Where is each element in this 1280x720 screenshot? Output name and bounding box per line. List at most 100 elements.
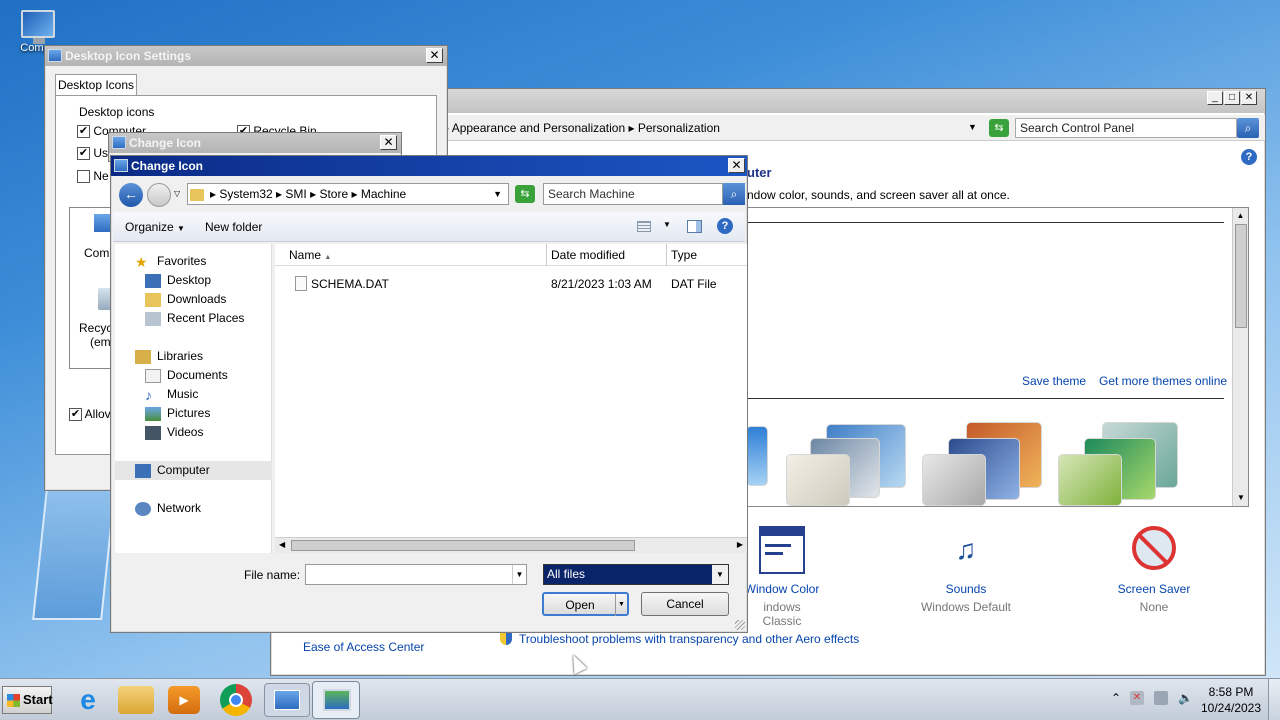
checkbox-icon[interactable]: ✔ — [69, 408, 82, 422]
refresh-icon[interactable]: ⇆ — [989, 119, 1009, 137]
nav-music[interactable]: ♪ Music — [145, 385, 198, 404]
checkbox-icon[interactable]: ✔ — [77, 147, 90, 161]
ease-of-access-link[interactable]: Ease of Access Center — [303, 640, 424, 654]
horizontal-scrollbar[interactable]: ◀ ▶ — [275, 537, 747, 553]
column-type[interactable]: Type — [667, 244, 747, 266]
nav-pictures[interactable]: Pictures — [145, 404, 210, 423]
minimize-icon[interactable]: _ — [1207, 91, 1223, 105]
sounds-link[interactable]: Sounds — [916, 582, 1016, 596]
organize-button[interactable]: Organize ▼ — [125, 220, 185, 234]
file-name-field[interactable]: ▼ — [305, 564, 527, 585]
breadcrumb-item[interactable]: Appearance and Personalization — [452, 121, 625, 135]
get-more-themes-link[interactable]: Get more themes online — [1099, 374, 1227, 388]
screen-saver-item[interactable]: Screen Saver None — [1108, 526, 1200, 616]
media-player-icon[interactable]: ▶ — [168, 686, 200, 714]
theme-thumbnail[interactable] — [746, 416, 770, 508]
file-explorer-icon[interactable] — [118, 686, 154, 714]
file-date: 8/21/2023 1:03 AM — [551, 277, 652, 291]
refresh-icon[interactable]: ⇆ — [515, 185, 535, 203]
screen-saver-link[interactable]: Screen Saver — [1108, 582, 1200, 596]
nav-recent-places[interactable]: Recent Places — [145, 309, 244, 328]
troubleshoot-link[interactable]: Troubleshoot problems with transparency … — [519, 632, 859, 646]
resize-grip-icon[interactable] — [735, 620, 745, 630]
scroll-up-icon[interactable]: ▲ — [1233, 208, 1248, 224]
file-type-dropdown-icon[interactable]: ▼ — [712, 565, 728, 584]
tab-desktop-icons[interactable]: Desktop Icons — [55, 74, 137, 96]
file-name-dropdown-icon[interactable]: ▼ — [512, 565, 526, 584]
nav-downloads[interactable]: Downloads — [145, 290, 226, 309]
checkbox-network[interactable]: Ne — [77, 169, 109, 184]
address-path[interactable]: ▸ Appearance and Personalization ▸ Perso… — [443, 119, 983, 137]
checkbox-allow-themes[interactable]: ✔ Allov — [69, 407, 111, 422]
save-theme-link[interactable]: Save theme — [1022, 374, 1086, 388]
nav-computer[interactable]: Computer — [115, 461, 272, 480]
views-dropdown-icon[interactable]: ▼ — [663, 220, 671, 229]
preview-pane-icon[interactable] — [687, 220, 702, 233]
theme-thumbnail[interactable] — [786, 416, 916, 508]
theme-scrollbar[interactable]: ▲ ▼ — [1232, 208, 1248, 506]
new-folder-button[interactable]: New folder — [205, 220, 262, 234]
address-bar[interactable]: ▸ System32 ▸ SMI ▸ Store ▸ Machine ▼ — [187, 183, 509, 205]
forward-button[interactable] — [147, 183, 171, 207]
cancel-button[interactable]: Cancel — [641, 592, 729, 616]
search-input[interactable]: Search Machine — [543, 183, 723, 205]
nav-label: Music — [167, 387, 199, 401]
nav-libraries[interactable]: Libraries — [135, 347, 203, 366]
start-button[interactable]: Start — [2, 686, 53, 714]
back-button[interactable]: ← — [119, 183, 143, 207]
open-dropdown-icon[interactable]: ▼ — [615, 594, 627, 616]
close-icon[interactable]: ✕ — [426, 48, 443, 63]
desktop-settings-taskbar-icon[interactable] — [312, 681, 360, 719]
theme-thumbnail[interactable] — [922, 416, 1052, 508]
nav-documents[interactable]: Documents — [145, 366, 228, 385]
scroll-down-icon[interactable]: ▼ — [1233, 490, 1249, 506]
nav-network[interactable]: Network — [135, 499, 201, 518]
internet-explorer-icon[interactable]: e — [68, 684, 108, 718]
column-name[interactable]: Name ▲ — [275, 244, 547, 266]
close-icon[interactable]: ✕ — [1241, 91, 1257, 105]
sounds-item[interactable]: ♫ Sounds Windows Default — [916, 526, 1016, 616]
nav-favorites[interactable]: ★ Favorites — [135, 252, 206, 271]
table-row[interactable]: SCHEMA.DAT 8/21/2023 1:03 AM DAT File — [275, 274, 747, 294]
path-segment[interactable]: System32 — [219, 187, 272, 201]
search-input[interactable]: Search Control Panel — [1015, 118, 1237, 138]
checkbox-icon[interactable]: ✔ — [77, 125, 90, 139]
nav-desktop[interactable]: Desktop — [145, 271, 211, 290]
show-hidden-icons[interactable]: ⌃ — [1111, 691, 1121, 705]
open-button[interactable]: Open ▼ — [542, 592, 629, 616]
path-segment[interactable]: Store — [319, 187, 348, 201]
column-date-modified[interactable]: Date modified — [547, 244, 667, 266]
scroll-left-icon[interactable]: ◀ — [279, 540, 285, 549]
show-desktop-button[interactable] — [1268, 679, 1280, 720]
checkbox-user[interactable]: ✔ Us — [77, 146, 108, 161]
search-icon[interactable]: ⌕ — [1237, 118, 1259, 138]
maximize-icon[interactable]: □ — [1224, 91, 1240, 105]
path-segment[interactable]: Machine — [361, 187, 406, 201]
history-dropdown-icon[interactable]: ▽ — [174, 189, 180, 198]
chrome-icon[interactable] — [220, 684, 252, 716]
address-dropdown-icon[interactable]: ▼ — [968, 119, 980, 135]
checkbox-icon[interactable] — [77, 170, 90, 184]
nav-videos[interactable]: Videos — [145, 423, 203, 442]
help-icon[interactable]: ? — [1241, 149, 1257, 165]
volume-icon[interactable]: 🔈 — [1178, 691, 1193, 705]
theme-thumbnail[interactable] — [1058, 416, 1188, 508]
search-icon[interactable]: ⌕ — [723, 183, 745, 205]
clock[interactable]: 8:58 PM 10/24/2023 — [1198, 684, 1264, 716]
scroll-thumb[interactable] — [291, 540, 635, 551]
close-icon[interactable]: ✕ — [728, 158, 745, 173]
scroll-thumb[interactable] — [1235, 224, 1247, 328]
window-color-item[interactable]: Window Color indows Classic — [744, 526, 820, 628]
address-dropdown-icon[interactable]: ▼ — [493, 184, 502, 204]
control-panel-taskbar-icon[interactable] — [264, 683, 310, 717]
close-icon[interactable]: ✕ — [380, 135, 397, 150]
file-type-select[interactable]: All files ▼ — [543, 564, 729, 585]
action-center-icon[interactable]: ✕ — [1130, 691, 1144, 705]
breadcrumb-item[interactable]: Personalization — [638, 121, 720, 135]
help-icon[interactable]: ? — [717, 218, 733, 234]
views-icon[interactable] — [637, 221, 651, 232]
path-segment[interactable]: SMI — [285, 187, 306, 201]
network-status-icon[interactable] — [1154, 691, 1168, 705]
window-color-link[interactable]: Window Color — [744, 582, 820, 596]
scroll-right-icon[interactable]: ▶ — [737, 540, 743, 549]
